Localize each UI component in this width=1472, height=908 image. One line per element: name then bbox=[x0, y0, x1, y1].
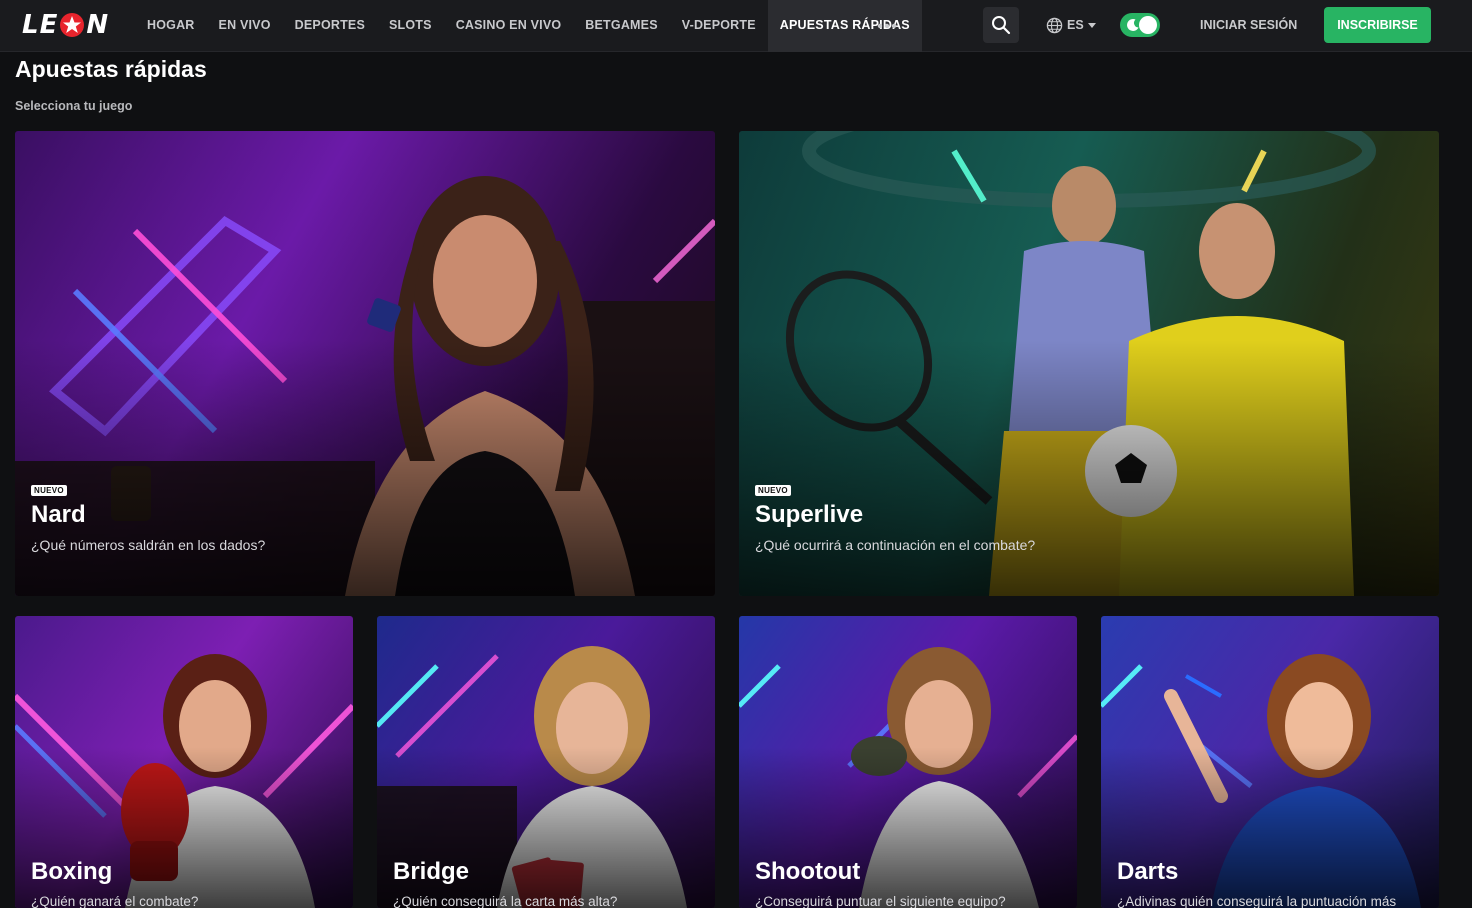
game-title: Darts bbox=[1117, 858, 1179, 885]
nav-item-hogar[interactable]: HOGAR bbox=[135, 0, 207, 52]
more-menu-button[interactable] bbox=[866, 0, 908, 52]
game-description: ¿Conseguirá puntuar el siguiente equipo? bbox=[755, 894, 1006, 908]
game-card-darts[interactable]: Darts ¿Adivinas quién conseguirá la punt… bbox=[1101, 616, 1439, 908]
nav-item-casino-en-vivo[interactable]: CASINO EN VIVO bbox=[444, 0, 574, 52]
game-card-shootout[interactable]: Shootout ¿Conseguirá puntuar el siguient… bbox=[739, 616, 1077, 908]
new-badge: NUEVO bbox=[755, 485, 791, 496]
game-title: Bridge bbox=[393, 858, 470, 885]
game-card-boxing[interactable]: Boxing ¿Quién ganará el combate? bbox=[15, 616, 353, 908]
card-shade bbox=[15, 340, 715, 596]
game-card-bridge[interactable]: Bridge ¿Quién conseguirá la carta más al… bbox=[377, 616, 715, 908]
game-title: Nard bbox=[31, 501, 86, 528]
nav-item-deportes[interactable]: DEPORTES bbox=[283, 0, 377, 52]
logo-star-icon bbox=[60, 13, 85, 37]
nav-item-slots[interactable]: SLOTS bbox=[377, 0, 444, 52]
search-icon bbox=[992, 16, 1011, 35]
card-shade bbox=[739, 340, 1439, 596]
nav-item-v-deporte[interactable]: V-DEPORTE bbox=[670, 0, 768, 52]
moon-icon bbox=[1127, 18, 1139, 31]
game-title: Shootout bbox=[755, 858, 861, 885]
game-description: ¿Adivinas quién conseguirá la puntuación… bbox=[1117, 894, 1397, 908]
language-code: ES bbox=[1067, 18, 1084, 32]
game-description: ¿Qué ocurrirá a continuación en el comba… bbox=[755, 537, 1036, 553]
main-nav: HOGAR EN VIVO DEPORTES SLOTS CASINO EN V… bbox=[135, 0, 922, 52]
login-button[interactable]: INICIAR SESIÓN bbox=[1188, 0, 1309, 52]
nav-item-betgames[interactable]: BETGAMES bbox=[573, 0, 669, 52]
game-description: ¿Qué números saldrán en los dados? bbox=[31, 537, 266, 553]
leon-logo[interactable]: LE N bbox=[22, 10, 109, 40]
game-card-nard[interactable]: NUEVO Nard ¿Qué números saldrán en los d… bbox=[15, 131, 715, 596]
nav-item-en-vivo[interactable]: EN VIVO bbox=[207, 0, 283, 52]
top-navigation-bar: LE N HOGAR EN VIVO DEPORTES SLOTS CASINO… bbox=[0, 0, 1472, 52]
game-description: ¿Quién ganará el combate? bbox=[31, 894, 199, 908]
game-card-superlive[interactable]: NUEVO Superlive ¿Qué ocurrirá a continua… bbox=[739, 131, 1439, 596]
game-title: Superlive bbox=[755, 501, 864, 528]
theme-toggle[interactable] bbox=[1120, 13, 1160, 37]
signup-button[interactable]: INSCRIBIRSE bbox=[1324, 7, 1431, 43]
globe-icon bbox=[1046, 17, 1063, 33]
chevron-down-icon bbox=[1087, 22, 1096, 28]
new-badge: NUEVO bbox=[31, 485, 67, 496]
language-selector[interactable]: ES bbox=[1046, 14, 1096, 36]
page-subtitle: Selecciona tu juego bbox=[15, 99, 133, 113]
toggle-knob bbox=[1139, 16, 1157, 34]
page-title: Apuestas rápidas bbox=[15, 56, 207, 82]
search-button[interactable] bbox=[983, 7, 1019, 43]
ellipsis-icon bbox=[877, 23, 897, 29]
game-description: ¿Quién conseguirá la carta más alta? bbox=[393, 894, 618, 908]
game-title: Boxing bbox=[31, 858, 113, 885]
